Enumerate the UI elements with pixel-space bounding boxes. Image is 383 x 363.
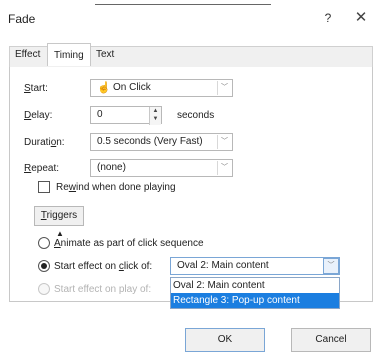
duration-label: Duration:	[24, 137, 65, 148]
delay-spinner[interactable]: ▲ ▼	[149, 107, 161, 125]
chevron-down-icon: ﹀	[217, 161, 231, 175]
chevron-down-icon[interactable]: ﹀	[323, 258, 339, 274]
tab-text-animation[interactable]: Text Animation	[90, 45, 146, 80]
start-on-click-label: Start effect on click of:	[54, 261, 153, 272]
dialog-title: Fade	[8, 12, 36, 26]
ok-button[interactable]: OK	[185, 328, 265, 352]
chevron-down-icon: ﹀	[217, 81, 231, 95]
tab-timing[interactable]: Timing	[47, 43, 91, 66]
dropdown-option-oval-2[interactable]: Oval 2: Main content	[171, 278, 339, 293]
delay-unit: seconds	[177, 110, 215, 121]
start-on-click-radio[interactable]	[38, 260, 50, 272]
mouse-click-icon: ☝	[97, 82, 111, 94]
rewind-label: Rewind when done playing	[56, 182, 176, 193]
start-on-play-radio[interactable]	[38, 283, 50, 295]
start-on-play-label: Start effect on play of:	[54, 284, 152, 295]
fade-dialog: Fade ? ✕ Effect Timing Text Animation St…	[0, 0, 383, 363]
click-of-dropdown-list: Oval 2: Main content Rectangle 3: Pop-up…	[170, 277, 340, 309]
chevron-down-icon: ﹀	[217, 135, 231, 149]
title-divider	[95, 4, 271, 5]
close-icon[interactable]: ✕	[352, 9, 370, 27]
help-icon[interactable]: ?	[320, 11, 336, 27]
duration-dropdown[interactable]: 0.5 seconds (Very Fast) ﹀	[90, 133, 233, 151]
repeat-label: Repeat:	[24, 163, 60, 174]
triggers-button[interactable]: Triggers ▲	[34, 206, 84, 238]
click-of-dropdown[interactable]: Oval 2: Main content ﹀	[170, 257, 340, 275]
tab-effect[interactable]: Effect	[9, 45, 46, 66]
animate-sequence-radio[interactable]	[38, 237, 50, 249]
cancel-button[interactable]: Cancel	[291, 328, 371, 352]
double-chevron-up-icon: ▲	[56, 229, 64, 238]
delay-label: Delay:	[24, 110, 53, 121]
rewind-checkbox[interactable]	[38, 181, 50, 193]
start-label: Start:	[24, 83, 48, 94]
animate-sequence-label: Animate as part of click sequence	[54, 238, 204, 249]
repeat-dropdown[interactable]: (none) ﹀	[90, 159, 233, 177]
start-dropdown[interactable]: ☝ On Click ﹀	[90, 79, 233, 97]
spin-down-icon[interactable]: ▼	[150, 115, 161, 123]
dropdown-option-rectangle-3[interactable]: Rectangle 3: Pop-up content	[171, 293, 339, 308]
spin-up-icon[interactable]: ▲	[150, 107, 161, 115]
delay-field[interactable]: 0 ▲ ▼	[90, 106, 162, 125]
